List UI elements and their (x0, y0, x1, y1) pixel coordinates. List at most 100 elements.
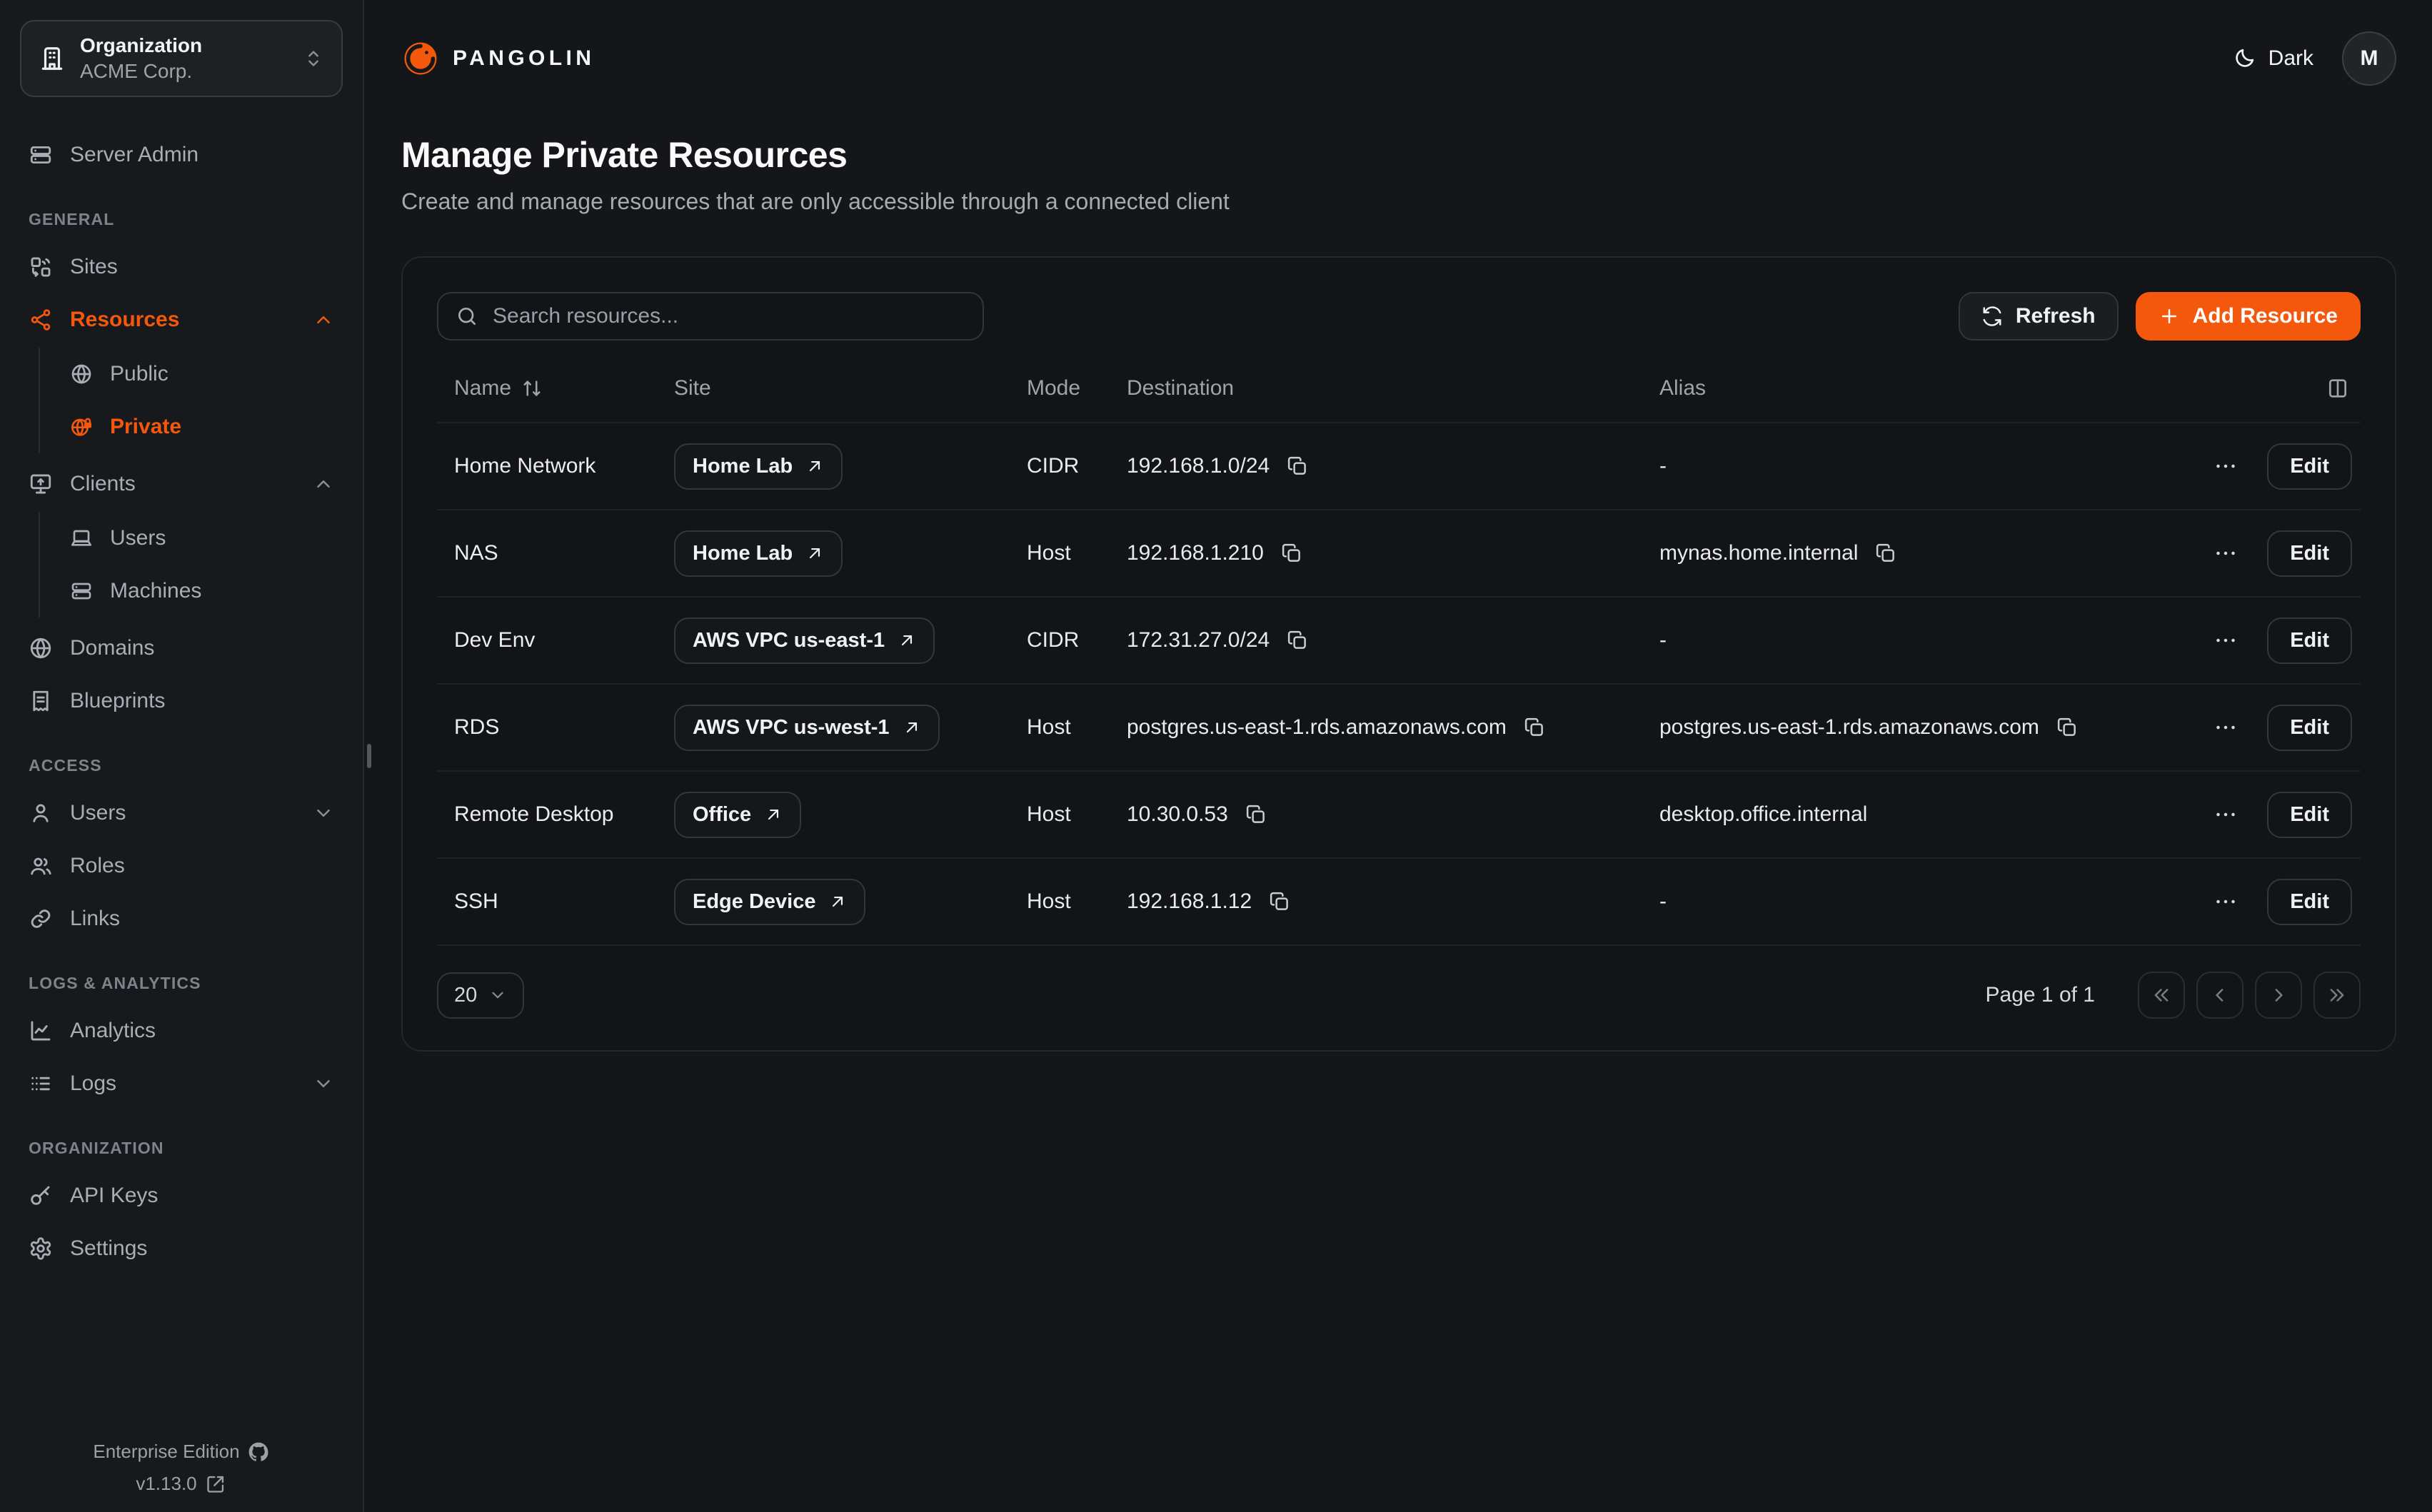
page-indicator: Page 1 of 1 (1986, 983, 2095, 1007)
site-link[interactable]: Office (674, 792, 801, 838)
copy-destination-button[interactable] (1284, 453, 1311, 480)
resource-mode: Host (1010, 715, 1110, 740)
resource-alias: desktop.office.internal (1659, 802, 1867, 827)
site-link[interactable]: Home Lab (674, 530, 843, 577)
sidebar-item-links[interactable]: Links (20, 892, 343, 945)
site-link[interactable]: AWS VPC us-east-1 (674, 618, 935, 664)
resource-name: RDS (437, 715, 657, 740)
brand-name: PANGOLIN (453, 46, 595, 71)
sidebar-item-machines[interactable]: Machines (61, 565, 343, 618)
row-menu-button[interactable] (2210, 450, 2241, 482)
sidebar-section-label: LOGS & ANALYTICS (29, 974, 334, 993)
add-resource-button[interactable]: Add Resource (2136, 292, 2361, 341)
theme-label: Dark (2268, 46, 2313, 71)
sidebar-item-sites[interactable]: Sites (20, 241, 343, 293)
organization-selector[interactable]: Organization ACME Corp. (20, 20, 343, 97)
avatar[interactable]: M (2342, 31, 2396, 86)
organization-icon (39, 45, 66, 72)
edit-button[interactable]: Edit (2267, 530, 2352, 577)
edit-button[interactable]: Edit (2267, 879, 2352, 925)
last-page-button[interactable] (2313, 972, 2361, 1019)
sidebar-item-users[interactable]: Users (20, 787, 343, 840)
sidebar-item-domains[interactable]: Domains (20, 622, 343, 675)
edit-button[interactable]: Edit (2267, 618, 2352, 664)
sidebar-item-analytics[interactable]: Analytics (20, 1004, 343, 1057)
previous-page-button[interactable] (2196, 972, 2243, 1019)
copy-icon (1875, 543, 1896, 564)
copy-alias-button[interactable] (2054, 714, 2081, 741)
column-header-name[interactable]: Name (437, 376, 657, 400)
sidebar-item-blueprints[interactable]: Blueprints (20, 675, 343, 727)
next-page-button[interactable] (2255, 972, 2302, 1019)
column-visibility-button[interactable] (2323, 374, 2352, 403)
sidebar-scrollbar[interactable] (367, 744, 371, 768)
table-body: Home Network Home Lab CIDR 192.168.1.0/2… (437, 423, 2361, 946)
page-size-select[interactable]: 20 (437, 972, 524, 1019)
theme-toggle[interactable]: Dark (2233, 46, 2313, 71)
row-menu-button[interactable] (2210, 886, 2241, 917)
copy-destination-button[interactable] (1521, 714, 1548, 741)
search-input[interactable] (493, 304, 965, 328)
pangolin-logo-icon (401, 39, 440, 78)
sidebar-item-api-keys[interactable]: API Keys (20, 1169, 343, 1222)
resource-mode: CIDR (1010, 454, 1110, 478)
resource-destination: 192.168.1.0/24 (1127, 454, 1270, 478)
arrow-up-right-icon (764, 805, 783, 824)
arrow-up-right-icon (805, 544, 824, 563)
sidebar-item-server-admin[interactable]: Server Admin (20, 128, 343, 181)
row-menu-button[interactable] (2210, 625, 2241, 656)
chart-icon (29, 1019, 53, 1043)
row-menu-button[interactable] (2210, 712, 2241, 743)
edit-button[interactable]: Edit (2267, 705, 2352, 751)
sidebar-item-clients[interactable]: Clients (20, 458, 343, 510)
columns-icon (2326, 377, 2349, 400)
chevrons-right-icon (2326, 984, 2348, 1006)
copy-alias-button[interactable] (1872, 540, 1899, 567)
copy-destination-button[interactable] (1284, 627, 1311, 654)
site-link[interactable]: Edge Device (674, 879, 865, 925)
chevron-up-icon (313, 309, 334, 331)
edit-button[interactable]: Edit (2267, 443, 2352, 490)
copy-destination-button[interactable] (1278, 540, 1305, 567)
chevron-left-icon (2209, 984, 2231, 1006)
sidebar: Organization ACME Corp. Server Admin GEN… (0, 0, 364, 1512)
site-link[interactable]: AWS VPC us-west-1 (674, 705, 940, 751)
sidebar-item-label: Private (110, 415, 181, 439)
gear-icon (29, 1236, 53, 1261)
moon-icon (2233, 47, 2256, 70)
search-box (437, 292, 984, 341)
sidebar-item-public[interactable]: Public (61, 348, 343, 400)
arrow-up-right-icon (898, 631, 916, 650)
copy-icon (1245, 804, 1267, 825)
user-icon (29, 801, 53, 825)
table-row: Remote Desktop Office Host 10.30.0.53 de… (437, 772, 2361, 859)
version-link[interactable]: v1.13.0 (0, 1473, 361, 1495)
refresh-button[interactable]: Refresh (1959, 292, 2119, 341)
copy-destination-button[interactable] (1242, 801, 1270, 828)
edition-link[interactable]: Enterprise Edition (0, 1441, 361, 1463)
sidebar-item-label: Clients (70, 472, 136, 496)
chevrons-up-down-icon (303, 48, 324, 69)
arrow-up-right-icon (805, 457, 824, 475)
sidebar-item-roles[interactable]: Roles (20, 840, 343, 892)
copy-destination-button[interactable] (1266, 888, 1293, 915)
sidebar-item-resources[interactable]: Resources (20, 293, 343, 346)
edit-button[interactable]: Edit (2267, 792, 2352, 838)
sidebar-item-private[interactable]: Private (61, 400, 343, 453)
row-menu-button[interactable] (2210, 799, 2241, 830)
sidebar-item-logs[interactable]: Logs (20, 1057, 343, 1110)
sidebar-item-label: Links (70, 907, 120, 931)
row-menu-button[interactable] (2210, 538, 2241, 569)
site-link[interactable]: Home Lab (674, 443, 843, 490)
external-link-icon (206, 1474, 226, 1494)
sidebar-item-label: Domains (70, 636, 154, 660)
sidebar-item-settings[interactable]: Settings (20, 1222, 343, 1275)
chevron-down-icon (313, 802, 334, 824)
column-header-destination: Destination (1110, 376, 1642, 400)
sidebar-item-label: Public (110, 362, 169, 386)
ellipsis-icon (2213, 715, 2238, 740)
first-page-button[interactable] (2138, 972, 2185, 1019)
chevron-down-icon (313, 1073, 334, 1094)
edition-label: Enterprise Edition (93, 1441, 239, 1463)
sidebar-item-client-users[interactable]: Users (61, 512, 343, 565)
